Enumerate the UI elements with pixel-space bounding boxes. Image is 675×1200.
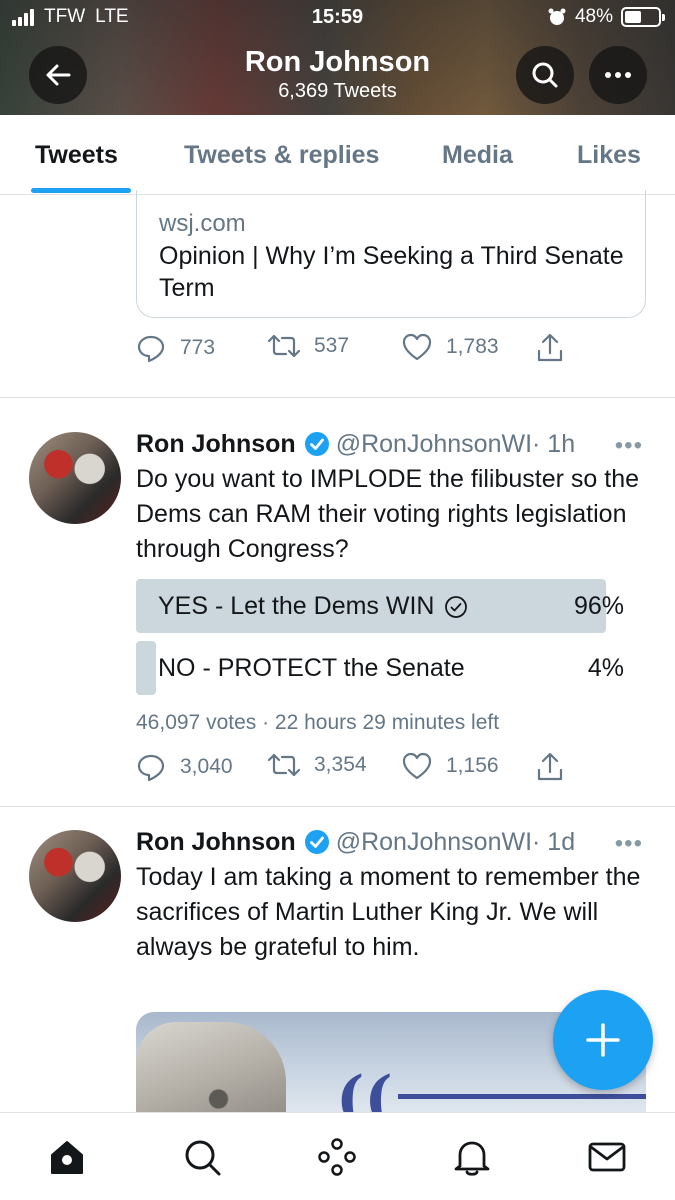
tweet-text: Today I am taking a moment to remember t… xyxy=(136,863,641,961)
poll-option: NO - PROTECT the Senate 4% xyxy=(136,641,626,695)
more-icon xyxy=(605,72,631,78)
heart-icon xyxy=(402,752,432,780)
poll-option-label: NO - PROTECT the Senate xyxy=(158,654,465,682)
tab-likes[interactable]: Likes xyxy=(577,141,641,170)
reply-count: 773 xyxy=(180,336,216,359)
retweet-count: 3,354 xyxy=(314,753,367,776)
compose-tweet-button[interactable] xyxy=(553,990,653,1090)
alarm-icon xyxy=(548,8,566,25)
search-icon xyxy=(532,62,558,88)
link-title: Opinion | Why I’m Seeking a Third Senate… xyxy=(159,242,624,302)
avatar[interactable] xyxy=(29,432,121,524)
poll-time-left: · 22 hours 29 minutes left xyxy=(262,711,500,734)
nav-spaces[interactable] xyxy=(315,1135,359,1179)
tab-media[interactable]: Media xyxy=(442,141,513,170)
memorial-statue-image xyxy=(136,1022,286,1112)
tab-tweets-replies[interactable]: Tweets & replies xyxy=(184,141,379,170)
reply-button[interactable]: 3,040 xyxy=(136,752,233,782)
poll-option-percent: 4% xyxy=(587,654,624,682)
poll-option-label: YES - Let the Dems WIN xyxy=(158,592,435,620)
retweet-count: 537 xyxy=(314,334,350,357)
poll-meta: 46,097 votes · 22 hours 29 minutes left xyxy=(136,711,499,735)
battery-icon xyxy=(621,7,665,27)
profile-header: TFW LTE 15:59 48% Ron Johnson 6,369 Twee… xyxy=(0,0,675,115)
verified-badge-icon xyxy=(304,830,329,854)
like-button[interactable]: 1,156 xyxy=(402,752,499,780)
poll-votes: 46,097 votes xyxy=(136,711,257,734)
plus-icon xyxy=(586,1023,620,1057)
reply-count: 3,040 xyxy=(180,755,233,778)
share-icon xyxy=(537,333,563,362)
author-name[interactable]: Ron Johnson xyxy=(136,828,296,857)
reply-button[interactable]: 773 xyxy=(136,333,215,363)
share-icon xyxy=(537,752,563,781)
battery-percent: 48% xyxy=(574,6,613,27)
tab-tweets[interactable]: Tweets xyxy=(35,141,118,170)
like-count: 1,156 xyxy=(446,754,499,777)
check-circle-icon xyxy=(445,595,468,618)
tweet-header: Ron Johnson @RonJohnsonWI · 1d xyxy=(136,827,651,857)
retweet-icon xyxy=(268,334,300,358)
home-icon xyxy=(51,1141,83,1174)
tweet-actions: 773 537 1,783 xyxy=(136,333,576,365)
reply-icon xyxy=(137,754,165,782)
author-name[interactable]: Ron Johnson xyxy=(136,430,296,459)
more-options-button[interactable] xyxy=(589,46,647,104)
explore-icon xyxy=(185,1140,221,1176)
tweet-more-button[interactable]: ••• xyxy=(615,830,643,858)
share-button[interactable] xyxy=(536,333,564,363)
tweet-more-button[interactable]: ••• xyxy=(615,432,643,460)
verified-badge-icon xyxy=(304,432,329,456)
poll-option-percent: 96% xyxy=(573,592,624,620)
author-handle[interactable]: @RonJohnsonWI xyxy=(336,828,532,857)
poll-result-bar xyxy=(136,641,156,695)
author-handle[interactable]: @RonJohnsonWI xyxy=(336,430,532,459)
logo-mark: (( xyxy=(336,1064,393,1112)
logo-line xyxy=(398,1094,646,1099)
tweet-time: · 1d xyxy=(532,827,576,856)
profile-tabs: Tweets Tweets & replies Media Likes xyxy=(0,115,675,195)
nav-home[interactable] xyxy=(45,1135,89,1179)
poll-option: YES - Let the Dems WIN 96% xyxy=(136,579,626,633)
link-domain: wsj.com xyxy=(159,210,246,237)
search-button[interactable] xyxy=(516,46,574,104)
nav-notifications[interactable] xyxy=(450,1135,494,1179)
like-button[interactable]: 1,783 xyxy=(402,333,499,361)
active-tab-indicator xyxy=(31,188,131,193)
reply-icon xyxy=(137,335,165,363)
avatar[interactable] xyxy=(29,830,121,922)
notifications-icon xyxy=(454,1141,490,1176)
tweet-time: · 1h xyxy=(532,429,576,458)
bottom-navigation xyxy=(0,1112,675,1200)
tweet-divider xyxy=(0,397,675,398)
like-count: 1,783 xyxy=(446,335,499,358)
nav-messages[interactable] xyxy=(585,1135,629,1179)
tweet-actions: 3,040 3,354 1,156 xyxy=(136,752,576,784)
retweet-button[interactable]: 537 xyxy=(268,333,349,359)
status-bar: TFW LTE 15:59 48% xyxy=(0,6,675,32)
spaces-icon xyxy=(318,1138,356,1176)
tweet-count: 6,369 Tweets xyxy=(278,80,397,102)
link-card[interactable]: wsj.com Opinion | Why I’m Seeking a Thir… xyxy=(136,190,646,318)
nav-explore[interactable] xyxy=(180,1135,224,1179)
tweet-text: Do you want to IMPLODE the filibuster so… xyxy=(136,465,640,563)
tweet-divider xyxy=(0,806,675,807)
retweet-button[interactable]: 3,354 xyxy=(268,752,367,778)
retweet-icon xyxy=(268,753,300,777)
share-button[interactable] xyxy=(536,752,564,782)
heart-icon xyxy=(402,333,432,361)
tweet-header: Ron Johnson @RonJohnsonWI · 1h xyxy=(136,429,651,459)
messages-icon xyxy=(588,1142,626,1172)
